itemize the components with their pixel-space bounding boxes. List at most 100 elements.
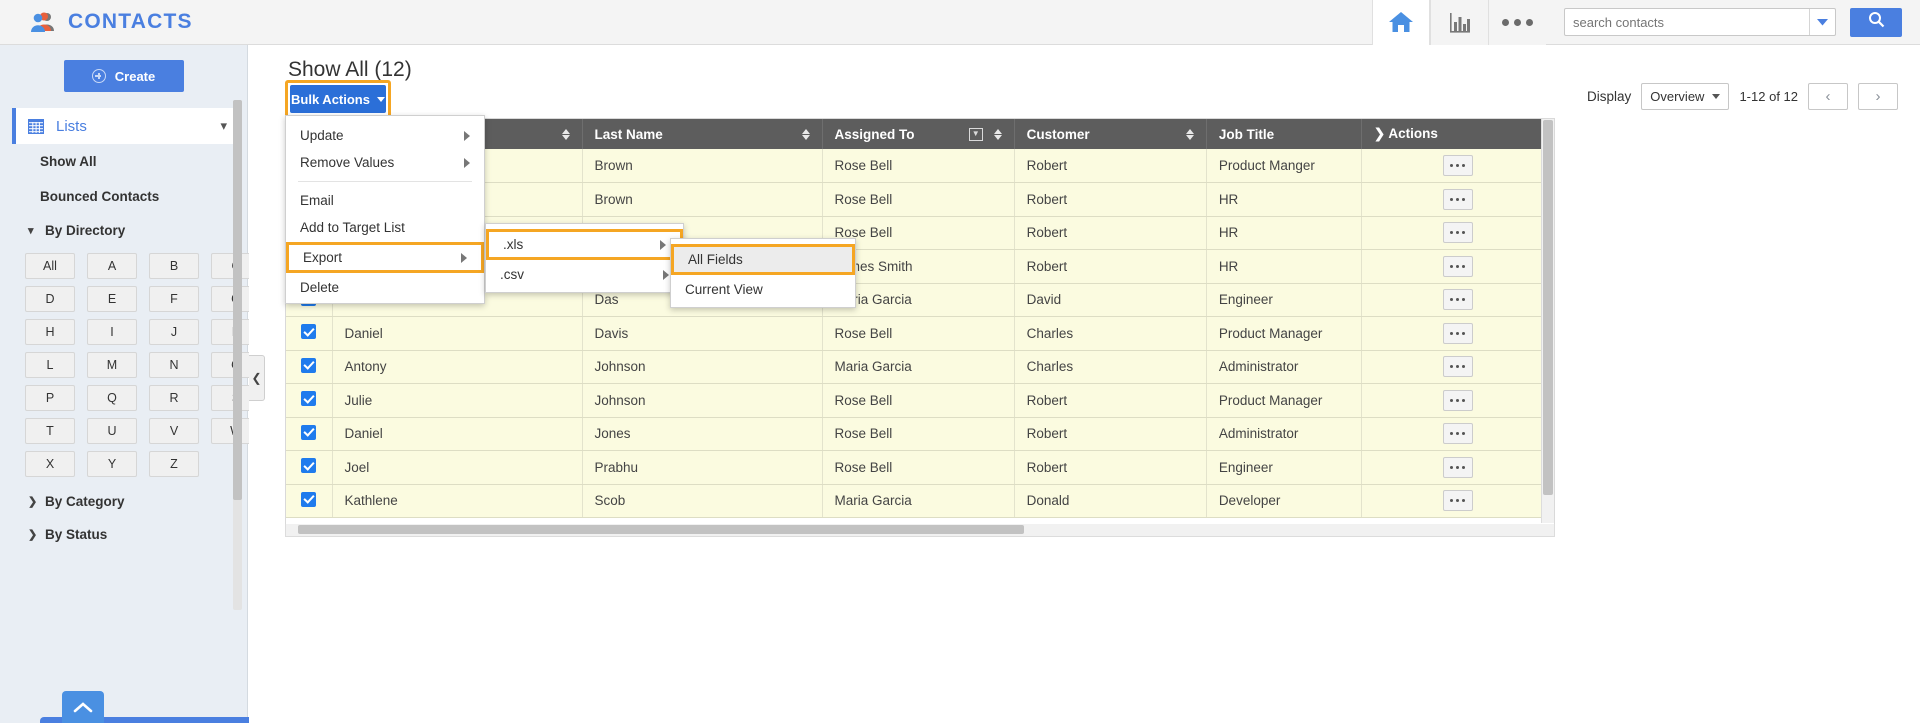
row-actions-button[interactable]	[1443, 323, 1473, 344]
fields-item-current-view[interactable]: Current View	[671, 276, 855, 303]
alpha-filter-y[interactable]: Y	[87, 451, 137, 477]
table-row[interactable]: AntonyJohnsonMaria GarciaCharlesAdminist…	[286, 350, 1554, 384]
sidebar-collapse-handle[interactable]: ❮	[249, 355, 265, 401]
bar-chart-icon[interactable]	[1430, 0, 1488, 45]
sidebar-group-by-directory[interactable]: ▾ By Directory	[0, 214, 247, 247]
table-row[interactable]: DanielJonesRose BellRobertAdministrator	[286, 417, 1554, 451]
display-select[interactable]: Overview	[1641, 83, 1729, 110]
menu-item-update[interactable]: Update	[286, 122, 484, 149]
row-actions-button[interactable]	[1443, 490, 1473, 511]
bulk-actions-button[interactable]: Bulk Actions	[290, 85, 386, 113]
table-vertical-scrollbar[interactable]	[1541, 119, 1554, 523]
sidebar-group-by-status[interactable]: ❯ By Status	[0, 518, 247, 551]
more-dots-icon[interactable]	[1488, 0, 1546, 45]
column-header-last[interactable]: Last Name	[582, 119, 822, 149]
row-actions-button[interactable]	[1443, 356, 1473, 377]
sidebar-scrollbar-thumb[interactable]	[233, 100, 242, 500]
row-actions-button[interactable]	[1443, 289, 1473, 310]
table-row[interactable]: JulieJohnsonRose BellRobertProduct Manag…	[286, 384, 1554, 418]
search-button[interactable]	[1850, 8, 1902, 37]
cell-assigned: Rose Bell	[822, 451, 1014, 485]
menu-item-label: Remove Values	[300, 155, 394, 170]
sort-icon[interactable]	[562, 129, 570, 140]
column-header-actions[interactable]: ❯ Actions	[1361, 119, 1553, 149]
table-row[interactable]: KathleneScobMaria GarciaDonaldDeveloper	[286, 484, 1554, 518]
alpha-filter-l[interactable]: L	[25, 352, 75, 378]
table-horizontal-scrollbar-thumb[interactable]	[298, 525, 1024, 534]
row-actions-button[interactable]	[1443, 155, 1473, 176]
sidebar-scrollbar[interactable]	[233, 100, 242, 610]
alpha-filter-t[interactable]: T	[25, 418, 75, 444]
alpha-filter-b[interactable]: B	[149, 253, 199, 279]
export-item-xls[interactable]: .xls	[486, 229, 683, 260]
sort-icon[interactable]	[994, 129, 1002, 140]
alpha-filter-q[interactable]: Q	[87, 385, 137, 411]
row-checkbox[interactable]	[301, 358, 316, 373]
filter-icon[interactable]: ▼	[969, 128, 983, 141]
fields-item-all-fields[interactable]: All Fields	[671, 244, 855, 275]
alpha-filter-x[interactable]: X	[25, 451, 75, 477]
row-checkbox[interactable]	[301, 492, 316, 507]
alpha-filter-n[interactable]: N	[149, 352, 199, 378]
sort-icon[interactable]	[802, 129, 810, 140]
alpha-filter-j[interactable]: J	[149, 319, 199, 345]
column-header-job[interactable]: Job Title	[1206, 119, 1361, 149]
row-checkbox-cell[interactable]	[286, 451, 332, 485]
menu-item-export[interactable]: Export	[286, 242, 484, 273]
row-checkbox[interactable]	[301, 391, 316, 406]
scroll-to-top-button[interactable]	[62, 691, 104, 723]
table-row[interactable]: JoelPrabhuRose BellRobertEngineer	[286, 451, 1554, 485]
row-actions-button[interactable]	[1443, 457, 1473, 478]
row-actions-button[interactable]	[1443, 256, 1473, 277]
alpha-filter-d[interactable]: D	[25, 286, 75, 312]
row-actions-button[interactable]	[1443, 423, 1473, 444]
column-header-assigned[interactable]: Assigned To▼	[822, 119, 1014, 149]
sidebar-group-by-category-label: By Category	[45, 494, 125, 509]
row-checkbox-cell[interactable]	[286, 350, 332, 384]
row-checkbox-cell[interactable]	[286, 384, 332, 418]
export-item-csv[interactable]: .csv	[486, 261, 683, 288]
alpha-filter-f[interactable]: F	[149, 286, 199, 312]
next-page-button[interactable]: ›	[1858, 83, 1898, 110]
sidebar-item-lists[interactable]: Lists ▾	[12, 108, 237, 144]
menu-item-add-to-target-list[interactable]: Add to Target List	[286, 214, 484, 241]
table-row[interactable]: DanielDavisRose BellCharlesProduct Manag…	[286, 317, 1554, 351]
row-actions-button[interactable]	[1443, 222, 1473, 243]
row-checkbox[interactable]	[301, 324, 316, 339]
cell-actions	[1361, 317, 1553, 351]
row-checkbox-cell[interactable]	[286, 417, 332, 451]
table-horizontal-scrollbar[interactable]	[285, 524, 1555, 537]
home-icon[interactable]	[1372, 0, 1430, 45]
row-checkbox-cell[interactable]	[286, 484, 332, 518]
sort-icon[interactable]	[1186, 129, 1194, 140]
row-checkbox[interactable]	[301, 458, 316, 473]
sidebar-item-show-all[interactable]: Show All	[0, 144, 247, 179]
menu-item-delete[interactable]: Delete	[286, 274, 484, 301]
alpha-filter-r[interactable]: R	[149, 385, 199, 411]
alpha-filter-p[interactable]: P	[25, 385, 75, 411]
column-header-customer[interactable]: Customer	[1014, 119, 1206, 149]
create-button[interactable]: Create	[64, 60, 184, 92]
alpha-filter-i[interactable]: I	[87, 319, 137, 345]
menu-item-remove-values[interactable]: Remove Values	[286, 149, 484, 176]
row-checkbox[interactable]	[301, 425, 316, 440]
row-actions-button[interactable]	[1443, 189, 1473, 210]
menu-item-email[interactable]: Email	[286, 187, 484, 214]
alpha-filter-a[interactable]: A	[87, 253, 137, 279]
sidebar-item-bounced-contacts[interactable]: Bounced Contacts	[0, 179, 247, 214]
alpha-filter-e[interactable]: E	[87, 286, 137, 312]
alpha-filter-z[interactable]: Z	[149, 451, 199, 477]
chevron-down-icon[interactable]: ▾	[220, 118, 227, 134]
search-input[interactable]	[1565, 9, 1809, 35]
sidebar-group-by-category[interactable]: ❯ By Category	[0, 485, 247, 518]
alpha-filter-h[interactable]: H	[25, 319, 75, 345]
row-actions-button[interactable]	[1443, 390, 1473, 411]
chevron-down-icon[interactable]	[1809, 9, 1835, 35]
row-checkbox-cell[interactable]	[286, 317, 332, 351]
prev-page-button[interactable]: ‹	[1808, 83, 1848, 110]
table-vertical-scrollbar-thumb[interactable]	[1543, 120, 1553, 495]
alpha-filter-all[interactable]: All	[25, 253, 75, 279]
alpha-filter-m[interactable]: M	[87, 352, 137, 378]
alpha-filter-u[interactable]: U	[87, 418, 137, 444]
alpha-filter-v[interactable]: V	[149, 418, 199, 444]
